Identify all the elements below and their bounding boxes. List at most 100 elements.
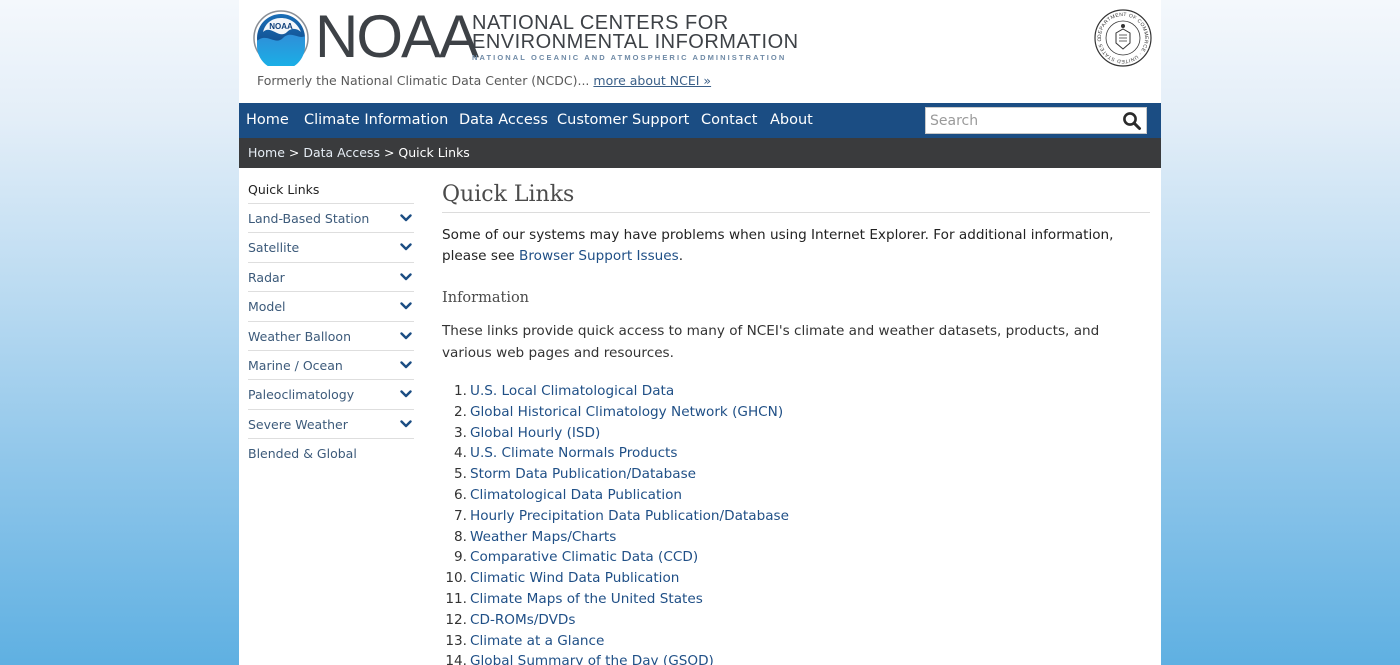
list-item-number: 1. [454,383,467,399]
list-item: 8. Weather Maps/Charts [442,527,1150,548]
quick-link-cd-roms-dvds[interactable]: CD-ROMs/DVDs [470,610,575,631]
nav-home[interactable]: Home [246,103,289,138]
quick-link-climate-maps-of-the-united-states[interactable]: Climate Maps of the United States [470,589,703,610]
quick-link-weather-maps-charts[interactable]: Weather Maps/Charts [470,527,616,548]
breadcrumb-current: Quick Links [398,145,470,160]
list-item: 2. Global Historical Climatology Network … [442,402,1150,423]
list-item-number: 8. [454,528,467,545]
chevron-down-icon[interactable] [400,272,412,282]
noaa-logo[interactable]: NOAA [253,10,309,66]
browser-support-issues-link[interactable]: Browser Support Issues [519,248,679,264]
list-item-number: 3. [454,424,467,441]
sidebar-item-severe-weather[interactable]: Severe Weather [248,408,414,438]
nav-customer-support[interactable]: Customer Support [557,103,689,138]
quick-link-comparative-climatic-data-ccd[interactable]: Comparative Climatic Data (CCD) [470,547,698,568]
quick-link-u-s-climate-normals-products[interactable]: U.S. Climate Normals Products [470,443,677,464]
sidebar-item-label: Marine / Ocean [248,357,343,373]
notice-end: . [678,248,684,264]
sidebar-item-blended-and-global[interactable]: Blended & Global [248,438,414,467]
nav-climate-information[interactable]: Climate Information [304,103,448,138]
sidebar-item-paleoclimatology[interactable]: Paleoclimatology [248,379,414,408]
noaa-wordmark[interactable]: NOAA [315,2,479,72]
sidebar-item-marine-ocean[interactable]: Marine / Ocean [248,349,414,379]
sidebar-item-label: Land-Based Station [248,211,370,226]
ncei-title-line3: NATIONAL OCEANIC AND ATMOSPHERIC ADMINIS… [472,53,787,62]
ncei-title-line2: ENVIRONMENTAL INFORMATION [472,31,799,53]
list-item-number: 2. [454,403,467,420]
quick-link-climatic-wind-data-publication[interactable]: Climatic Wind Data Publication [470,568,679,589]
sidebar-item-satellite[interactable]: Satellite [248,232,414,261]
sidebar-item-model[interactable]: Model [248,291,414,320]
sidebar-item-label: Radar [248,269,285,285]
chevron-down-icon[interactable] [400,301,412,311]
formerly-text: Formerly the National Climatic Data Cent… [257,73,590,88]
search-box [925,107,1147,134]
main-content: Quick Links Some of our systems may have… [442,178,1150,665]
search-icon[interactable] [1122,111,1142,131]
chevron-down-icon[interactable] [400,213,412,223]
list-item: 7. Hourly Precipitation Data Publication/… [442,506,1150,527]
list-item: 11. Climate Maps of the United States [442,589,1150,610]
quick-link-global-hourly-isd[interactable]: Global Hourly (ISD) [470,423,600,444]
list-item: 3. Global Hourly (ISD) [442,423,1150,444]
quick-link-climate-at-a-glance[interactable]: Climate at a Glance [470,631,604,652]
chevron-down-icon[interactable] [400,419,412,429]
breadcrumb-separator: > [284,145,304,160]
breadcrumb-data-access[interactable]: Data Access [303,145,380,160]
breadcrumb-home[interactable]: Home [248,145,285,160]
sidebar-item-land-based-station[interactable]: Land-Based Station [248,203,414,232]
quick-link-storm-data-publication-database[interactable]: Storm Data Publication/Database [470,464,696,485]
chevron-down-icon[interactable] [400,242,412,252]
sidebar-item-label: Weather Balloon [248,328,352,344]
list-item: 12. CD-ROMs/DVDs [442,610,1150,631]
list-item: 5. Storm Data Publication/Database [442,464,1150,485]
main-nav: Home Climate Information Data Access Cus… [239,103,1161,138]
quick-link-global-historical-climatology-network-ghcn[interactable]: Global Historical Climatology Network (G… [470,402,783,423]
breadcrumb: Home > Data Access > Quick Links [239,138,1161,168]
list-item: 13. Climate at a Glance [442,631,1150,652]
quick-link-hourly-precipitation-data-publication-database[interactable]: Hourly Precipitation Data Publication/Da… [470,506,789,527]
nav-about[interactable]: About [770,103,813,138]
list-item-number: 14. [445,653,467,665]
intro-paragraph: These links provide quick access to many… [442,323,1100,361]
list-item-number: 13. [445,632,467,649]
list-item-number: 12. [445,611,467,628]
nav-contact[interactable]: Contact [701,103,757,138]
sidebar-list: Land-Based Station Satellite Radar Model Wea… [248,203,414,468]
site-header: NOAA NOAA NATIONAL CENTERS FOR ENVIRONME… [239,0,1161,103]
list-item: 4. U.S. Climate Normals Products [442,443,1150,464]
sidebar-item-label: Blended & Global [248,446,357,462]
list-item-number: 10. [445,570,467,587]
chevron-down-icon[interactable] [400,331,412,341]
list-item: 9. Comparative Climatic Data (CCD) [442,547,1150,568]
quick-link-u-s-local-climatological-data[interactable]: U.S. Local Climatological Data [470,381,674,402]
breadcrumb-separator: > [379,145,399,160]
chevron-down-icon[interactable] [400,389,412,399]
sidebar-item-label: Satellite [248,240,300,256]
quick-links-list: 1. U.S. Local Climatological Data 2. Global… [442,381,1150,665]
more-about-ncei-link[interactable]: more about NCEI » [593,73,711,88]
list-item: 6. Climatological Data Publication [442,485,1150,506]
list-item-number: 4. [454,445,467,462]
search-input[interactable] [930,110,1115,131]
list-item: 1. U.S. Local Climatological Data [442,381,1150,402]
quick-link-climatological-data-publication[interactable]: Climatological Data Publication [470,485,682,506]
list-item-number: 5. [454,466,467,483]
chevron-down-icon[interactable] [400,360,412,370]
sidebar: Quick Links Land-Based Station Satellite R… [248,177,414,468]
nav-data-access[interactable]: Data Access [459,103,548,138]
formerly-ncdc-note: Formerly the National Climatic Data Cent… [257,73,711,88]
page-title: Quick Links [442,178,1150,213]
list-item: 10. Climatic Wind Data Publication [442,568,1150,589]
list-item: 14. Global Summary of the Day (GSOD) [442,651,1150,665]
sidebar-item-label: Model [248,299,286,315]
quick-link-global-summary-of-the-day-gsod[interactable]: Global Summary of the Day (GSOD) [470,651,714,665]
list-item-number: 11. [445,590,467,607]
sidebar-title: Quick Links [248,182,320,197]
department-of-commerce-seal-icon[interactable]: DEPARTMENT OF COMMERCE · UNITED STATES O… [1094,9,1152,67]
sidebar-item-weather-balloon[interactable]: Weather Balloon [248,320,414,350]
svg-text:NOAA: NOAA [269,22,293,31]
browser-notice: Some of our systems may have problems wh… [442,225,1150,267]
list-item-number: 6. [454,486,467,503]
sidebar-item-radar[interactable]: Radar [248,261,414,291]
